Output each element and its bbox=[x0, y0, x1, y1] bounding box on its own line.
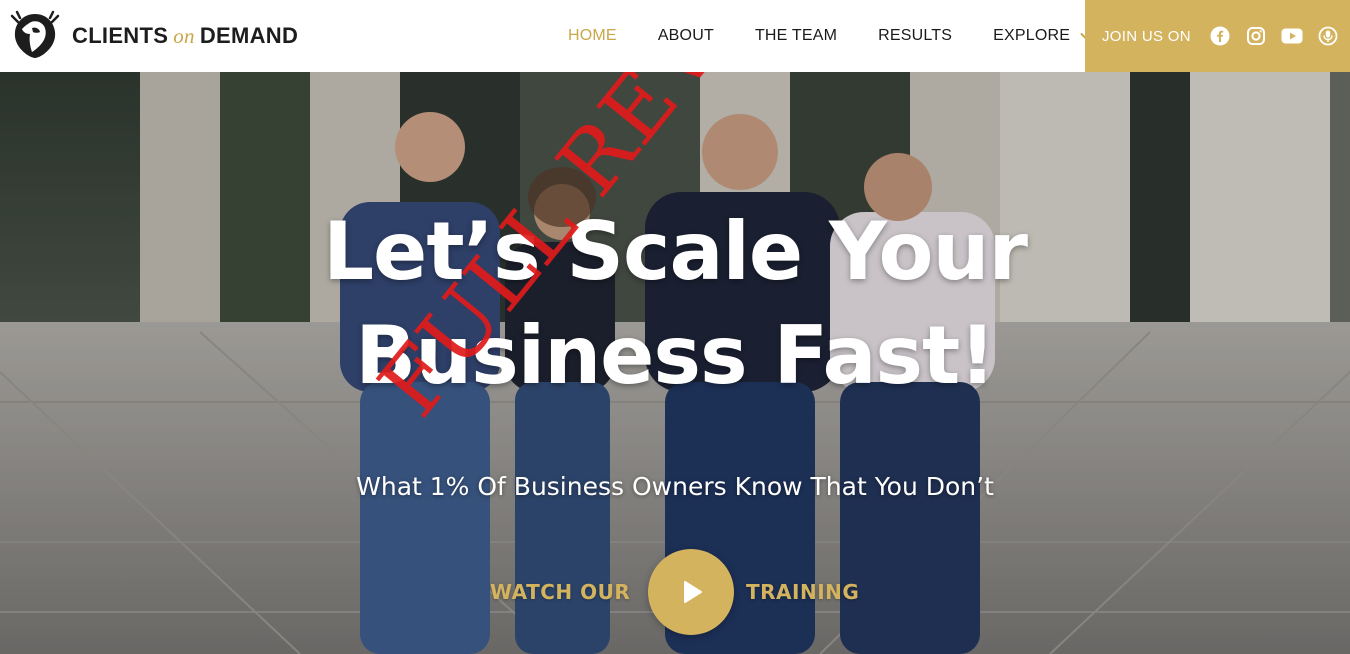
hero-headline-line1: Let’s Scale Your bbox=[323, 205, 1028, 298]
play-video-button[interactable] bbox=[648, 549, 734, 635]
main-nav: HOME ABOUT THE TEAM RESULTS EXPLORE bbox=[548, 0, 1090, 72]
brand-name-left: CLIENTS bbox=[72, 23, 169, 48]
nav-about[interactable]: ABOUT bbox=[658, 27, 714, 45]
nav-explore-label: EXPLORE bbox=[993, 27, 1071, 44]
join-us-bar: JOIN US ON bbox=[1085, 0, 1350, 72]
cta-training[interactable]: TRAINING bbox=[746, 580, 859, 604]
brand-logo[interactable]: CLIENTS on DEMAND bbox=[8, 10, 298, 62]
brand-wordmark: CLIENTS on DEMAND bbox=[72, 23, 298, 49]
brand-name-mid: on bbox=[173, 24, 195, 48]
podcast-icon[interactable] bbox=[1317, 25, 1339, 47]
hero-section: Let’s Scale Your Business Fast! What 1% … bbox=[0, 72, 1350, 654]
hero-subheadline: What 1% Of Business Owners Know That You… bbox=[356, 472, 994, 501]
brand-name-right: DEMAND bbox=[199, 23, 299, 48]
nav-explore[interactable]: EXPLORE bbox=[993, 27, 1090, 45]
join-us-label: JOIN US ON bbox=[1102, 27, 1191, 45]
nav-home[interactable]: HOME bbox=[568, 27, 617, 45]
nav-results[interactable]: RESULTS bbox=[878, 27, 952, 45]
instagram-icon[interactable] bbox=[1245, 25, 1267, 47]
youtube-icon[interactable] bbox=[1281, 25, 1303, 47]
cta-watch-our[interactable]: WATCH OUR bbox=[490, 580, 630, 604]
facebook-icon[interactable] bbox=[1209, 25, 1231, 47]
lion-logo-icon bbox=[10, 10, 60, 58]
nav-the-team[interactable]: THE TEAM bbox=[755, 27, 837, 45]
hero-headline-line2: Business Fast! bbox=[355, 309, 996, 402]
play-icon bbox=[684, 581, 702, 603]
site-header: CLIENTS on DEMAND HOME ABOUT THE TEAM RE… bbox=[0, 0, 1350, 72]
